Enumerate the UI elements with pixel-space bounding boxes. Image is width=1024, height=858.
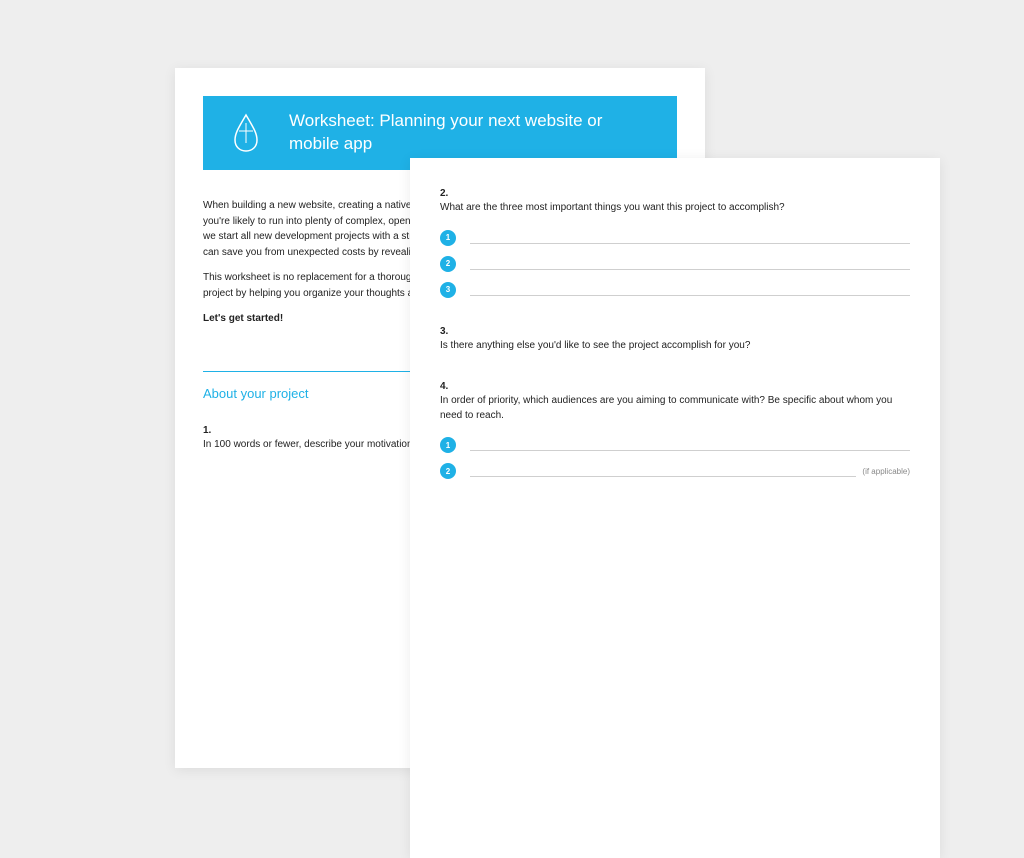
- question-3: 3. Is there anything else you'd like to …: [440, 326, 910, 354]
- question-text: Is there anything else you'd like to see…: [440, 339, 910, 354]
- answer-line: 1: [440, 230, 910, 246]
- blank-input-line[interactable]: [470, 439, 910, 451]
- question-number: 2.: [440, 188, 910, 199]
- question-number: 4.: [440, 381, 910, 392]
- blank-input-line[interactable]: [470, 258, 910, 270]
- answer-line: 2: [440, 256, 910, 272]
- blank-input-line[interactable]: [470, 232, 910, 244]
- bullet-number-icon: 1: [440, 230, 456, 246]
- question-2: 2. What are the three most important thi…: [440, 188, 910, 298]
- bullet-number-icon: 2: [440, 463, 456, 479]
- brand-logo-icon: [221, 108, 271, 158]
- question-4: 4. In order of priority, which audiences…: [440, 381, 910, 479]
- bullet-number-icon: 3: [440, 282, 456, 298]
- bullet-number-icon: 1: [440, 437, 456, 453]
- question-text: What are the three most important things…: [440, 201, 910, 216]
- answer-line: 3: [440, 282, 910, 298]
- blank-input-line[interactable]: [470, 284, 910, 296]
- worksheet-title: Worksheet: Planning your next website or…: [289, 110, 609, 156]
- answer-line: 2 (if applicable): [440, 463, 910, 479]
- answer-line: 1: [440, 437, 910, 453]
- question-number: 3.: [440, 326, 910, 337]
- applicable-note: (if applicable): [862, 467, 910, 476]
- question-text: In order of priority, which audiences ar…: [440, 394, 910, 423]
- worksheet-page-2: 2. What are the three most important thi…: [410, 158, 940, 858]
- bullet-number-icon: 2: [440, 256, 456, 272]
- blank-input-line[interactable]: [470, 465, 856, 477]
